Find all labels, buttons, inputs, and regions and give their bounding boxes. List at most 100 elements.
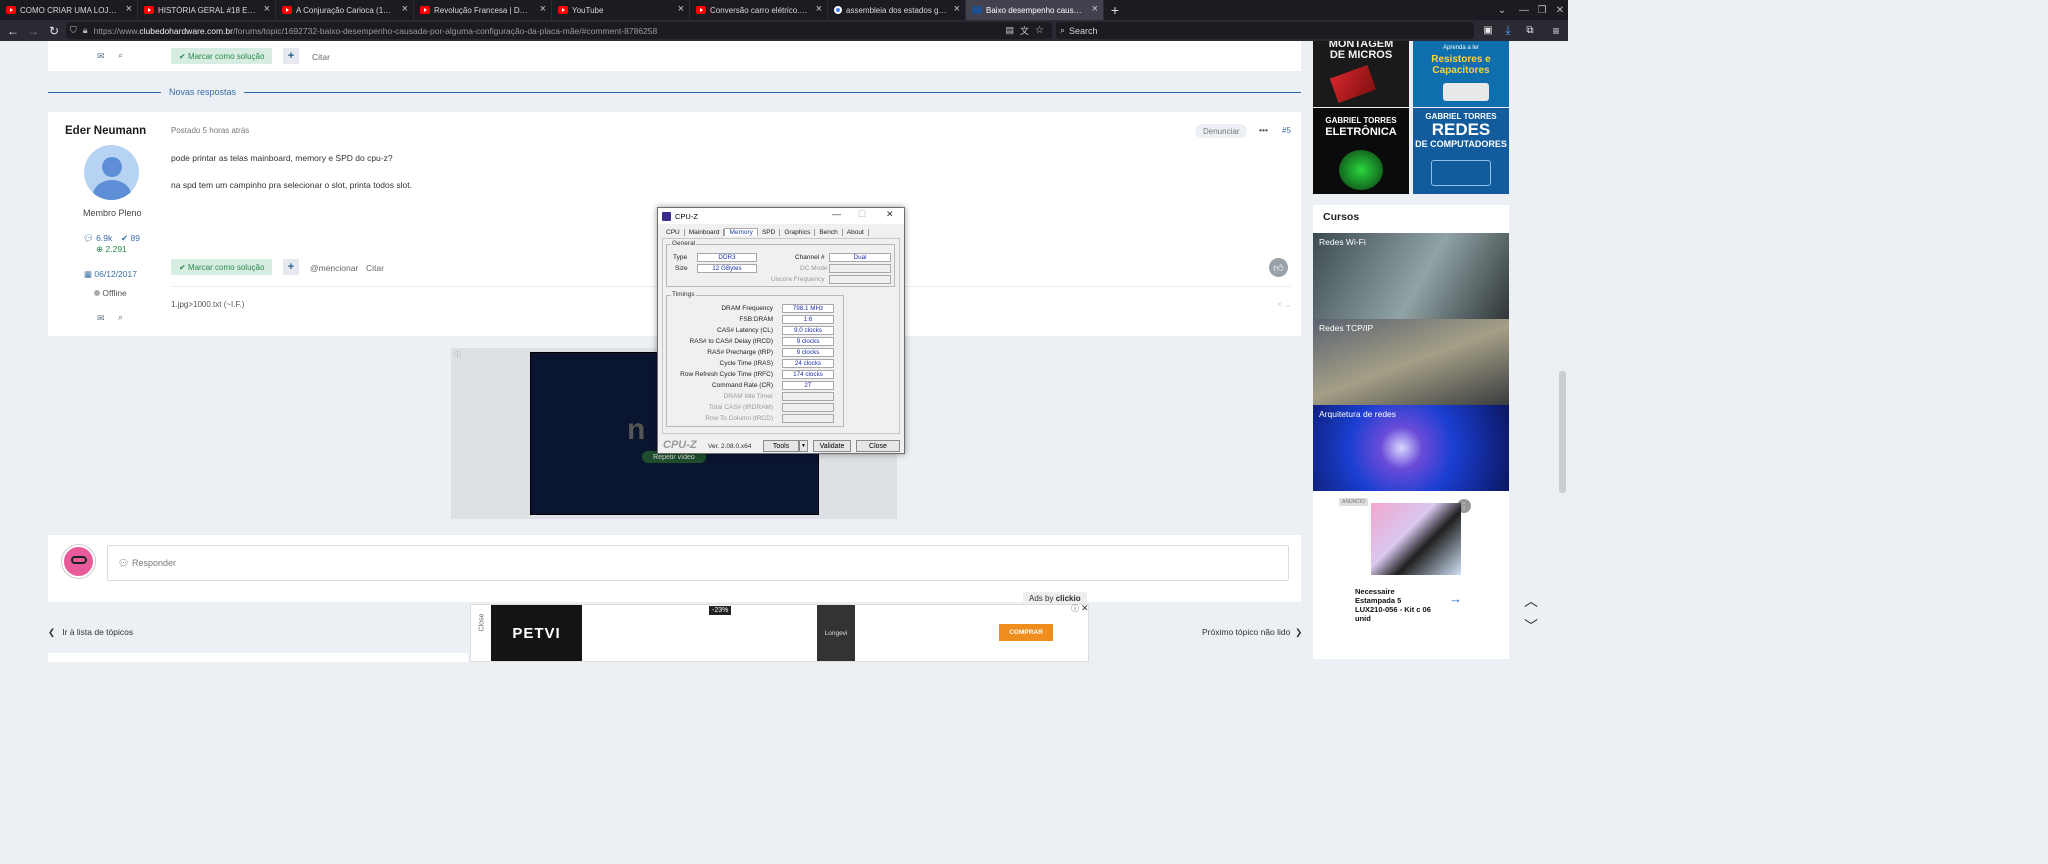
tab-graphics[interactable]: Graphics [780, 228, 816, 236]
quote-link[interactable]: Citar [366, 263, 384, 273]
maximize-icon[interactable]: ☐ [858, 209, 866, 220]
book-ad-resistores[interactable]: Aprenda a ler Resistores e Capacitores [1413, 41, 1509, 107]
book-ad-montagem[interactable]: MONTAGEM DE MICROS [1313, 41, 1409, 107]
course-card-redes-wifi[interactable]: Redes Wi-Fi [1313, 233, 1509, 319]
browser-tab[interactable]: YouTube × [552, 0, 690, 20]
chevron-right-icon: ❯ [1295, 627, 1303, 637]
cpuz-window[interactable]: CPU-Z — ☐ ✕ CPU Mainboard Memory SPD Gra… [657, 207, 905, 454]
post-date[interactable]: Postado 5 horas atrás [171, 126, 249, 135]
cpuz-titlebar[interactable]: CPU-Z — ☐ ✕ [658, 208, 904, 224]
forward-arrow-icon[interactable]: → [23, 20, 43, 41]
close-tab-icon[interactable]: × [1092, 3, 1098, 15]
course-card-arquitetura-redes[interactable]: Arquitetura de redes [1313, 405, 1509, 491]
browser-tab[interactable]: COMO CRIAR UMA LOJA DE DI× [0, 0, 138, 20]
quote-link[interactable]: Citar [312, 52, 330, 62]
tab-memory[interactable]: Memory [724, 228, 758, 236]
clube-do-hardware-icon [972, 6, 982, 14]
close-tab-icon[interactable]: × [678, 3, 684, 15]
ad-brand-logo[interactable]: PETVI [491, 605, 582, 661]
close-tab-icon[interactable]: × [954, 3, 960, 15]
timing-value: 9 clocks [782, 348, 834, 357]
plus-icon[interactable]: + [283, 259, 299, 275]
back-arrow-icon[interactable]: ← [3, 20, 23, 41]
browser-tab[interactable]: HISTÓRIA GERAL #18 ERA NA× [138, 0, 276, 20]
search-icon[interactable]: ⌕ [118, 50, 123, 61]
ad-product-image[interactable]: Longevi [817, 605, 855, 661]
download-icon[interactable]: ⤓ [1498, 20, 1518, 41]
course-card-redes-tcpip[interactable]: Redes TCP/IP [1313, 319, 1509, 405]
close-window-icon[interactable]: ✕ [1548, 0, 1572, 20]
mark-solution-button[interactable]: ✔ Marcar como solução [171, 48, 273, 64]
browser-tab[interactable]: A Conjuração Carioca (1794) × [276, 0, 414, 20]
pocket-icon[interactable]: ▣ [1478, 20, 1498, 41]
extensions-icon[interactable]: ⧉ [1520, 20, 1540, 41]
close-tab-icon[interactable]: × [126, 3, 132, 15]
close-tab-icon[interactable]: × [402, 3, 408, 15]
ad-product-title[interactable]: Necessaire Estampada 5 LUX210-056 - Kit … [1355, 587, 1433, 623]
browser-tab[interactable]: Conversão carro elétrico. - You × [690, 0, 828, 20]
ad-product-image[interactable] [1371, 503, 1461, 575]
arrow-right-icon[interactable]: → [1449, 591, 1462, 606]
report-button[interactable]: Denunciar [1195, 124, 1248, 138]
tools-button[interactable]: Tools [763, 440, 799, 452]
bottom-banner-ad[interactable]: Close PETVI -23% Longevi COMPRAR ⓘ ✕ [470, 603, 1089, 662]
new-tab-button[interactable]: + [1104, 0, 1126, 20]
timing-value [782, 392, 834, 401]
menu-icon[interactable]: ≡ [1546, 20, 1566, 41]
url-bar[interactable]: ⛉ 🔒︎ https://www. clubedohardware.com.br /… [66, 22, 1052, 39]
info-icon[interactable]: ⓘ [454, 350, 461, 360]
reader-view-icon[interactable]: ▤ [1005, 25, 1014, 36]
discount-badge: -23% [709, 606, 732, 615]
mention-link[interactable]: @mencionar [310, 263, 358, 273]
envelope-icon[interactable]: ✉ [97, 313, 105, 324]
tab-spd[interactable]: SPD [758, 228, 781, 236]
buy-button[interactable]: COMPRAR [999, 624, 1053, 641]
reply-input[interactable]: 💬︎ Responder [107, 545, 1289, 581]
book-ad-eletronica[interactable]: GABRIEL TORRES ELETRÔNICA [1313, 108, 1409, 194]
timing-value: 9 clocks [782, 337, 834, 346]
browser-tab[interactable]: Revolução Francesa | DEIXA O× [414, 0, 552, 20]
avatar[interactable] [84, 145, 139, 200]
translate-icon[interactable]: 文 [1020, 24, 1029, 37]
close-button[interactable]: Close [856, 440, 900, 452]
book-ad-redes[interactable]: GABRIEL TORRES REDES DE COMPUTADORES [1413, 108, 1509, 194]
ad-info-icon[interactable]: ⓘ [1071, 603, 1079, 614]
tools-dropdown-icon[interactable]: ▼ [799, 440, 808, 452]
timing-label: DRAM Idle Timer [723, 393, 773, 400]
tab-bench[interactable]: Bench [815, 228, 843, 236]
close-tab-icon[interactable]: × [540, 3, 546, 15]
tab-cpu[interactable]: CPU [662, 228, 685, 236]
page-scrollbar-thumb[interactable] [1559, 371, 1566, 493]
youtube-icon [696, 6, 706, 14]
tab-mainboard[interactable]: Mainboard [685, 228, 725, 236]
ad-close-vertical[interactable]: Close [478, 614, 485, 632]
mark-solution-button[interactable]: ✔ Marcar como solução [171, 259, 273, 275]
timing-value: 174 clocks [782, 370, 834, 379]
browser-tab-active[interactable]: Baixo desempenho causada po× [966, 0, 1104, 20]
like-thumb-icon[interactable]: 👍︎ [1269, 258, 1288, 277]
ad-badge: ANÚNCIO [1339, 498, 1369, 506]
minimize-icon[interactable]: — [832, 209, 841, 219]
post-number[interactable]: #5 [1282, 126, 1291, 135]
close-tab-icon[interactable]: × [816, 3, 822, 15]
next-unread-topic-link[interactable]: Próximo tópico não lido ❯ [1202, 627, 1302, 638]
close-tab-icon[interactable]: × [264, 3, 270, 15]
validate-button[interactable]: Validate [813, 440, 851, 452]
close-window-icon[interactable]: ✕ [886, 209, 894, 220]
search-icon[interactable]: ⌕ [118, 312, 123, 323]
more-options-icon[interactable]: ••• [1259, 125, 1268, 135]
envelope-icon[interactable]: ✉ [97, 51, 105, 62]
plus-icon[interactable]: + [283, 48, 299, 64]
post-author[interactable]: Eder Neumann [65, 125, 146, 137]
back-to-topics-link[interactable]: ❮ Ir à lista de tópicos [48, 627, 133, 638]
tab-about[interactable]: About [843, 228, 869, 236]
scroll-down-icon[interactable]: ﹀ [1524, 616, 1538, 636]
reload-icon[interactable]: ↻ [44, 20, 64, 41]
search-input[interactable]: ⌕ Search [1056, 22, 1474, 39]
ad-close-icon[interactable]: ✕ [1081, 603, 1089, 614]
browser-tab[interactable]: assembleia dos estados gerais × [828, 0, 966, 20]
chevron-down-icon[interactable]: ⌄ [1490, 0, 1514, 20]
close-signature-icon[interactable]: × ⌄ [1277, 299, 1291, 310]
bookmark-star-icon[interactable]: ☆ [1035, 25, 1044, 36]
scroll-up-icon[interactable]: ︿ [1524, 591, 1538, 611]
